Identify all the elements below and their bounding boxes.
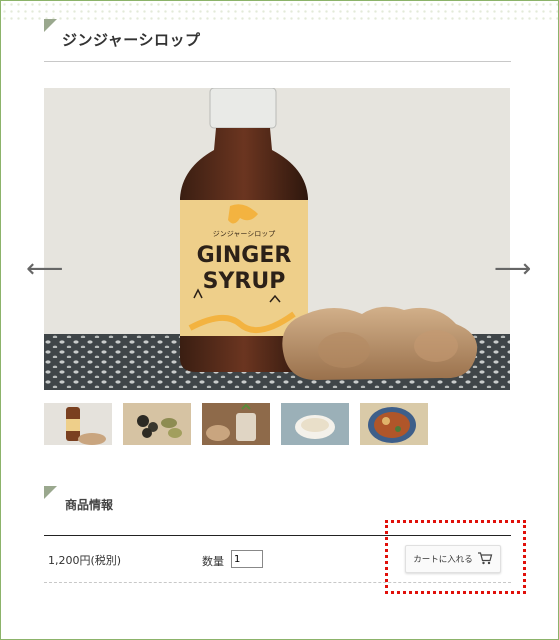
thumbnail-drink[interactable]: [202, 403, 270, 445]
price-text: 1,200円(税別): [48, 554, 122, 567]
title-corner-mark: [44, 19, 57, 32]
gallery-next-arrow[interactable]: ⟶: [494, 256, 531, 282]
thumbnail-cup[interactable]: [281, 403, 349, 445]
quantity-label: 数量: [202, 555, 224, 568]
label-ginger-text: GINGER: [197, 243, 292, 268]
section-corner-mark: [44, 486, 57, 499]
highlight-box: [385, 520, 526, 594]
title-divider: [44, 61, 511, 62]
label-syrup-text: SYRUP: [203, 269, 286, 294]
dotted-header-pattern: [1, 1, 558, 23]
thumbnail-bottle[interactable]: [44, 403, 112, 445]
quantity-input[interactable]: [231, 550, 263, 568]
thumbnail-dish[interactable]: [360, 403, 428, 445]
label-small-text: ジンジャーシロップ: [213, 230, 276, 238]
product-title: ジンジャーシロップ: [62, 31, 201, 49]
thumbnail-spices[interactable]: [123, 403, 191, 445]
section-heading: 商品情報: [65, 498, 114, 512]
main-product-photo: ジンジャーシロップ GINGER SYRUP: [44, 88, 510, 390]
gallery-prev-arrow[interactable]: ⟵: [26, 256, 63, 282]
